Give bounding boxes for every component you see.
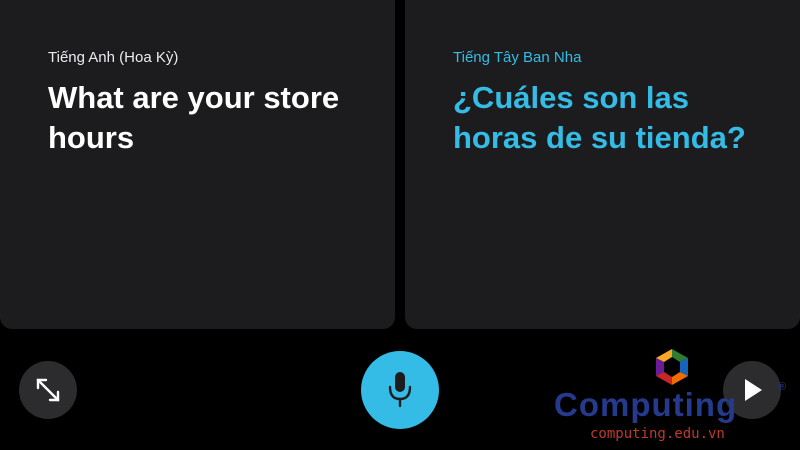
expand-button[interactable]	[19, 361, 77, 419]
play-button[interactable]	[723, 361, 781, 419]
source-phrase: What are your store hours	[48, 80, 340, 155]
source-language-label: Tiếng Anh (Hoa Kỳ)	[48, 49, 179, 66]
play-icon	[745, 379, 762, 401]
expand-arrows-icon	[36, 378, 60, 402]
microphone-icon	[388, 372, 412, 408]
target-language-card: Tiếng Tây Ban Nha ¿Cuáles son las horas …	[405, 0, 800, 329]
source-language-card: Tiếng Anh (Hoa Kỳ) What are your store h…	[0, 0, 395, 329]
target-language-label: Tiếng Tây Ban Nha	[453, 49, 582, 66]
microphone-button[interactable]	[361, 351, 439, 429]
translated-phrase: ¿Cuáles son las horas de su tienda?	[453, 80, 746, 155]
bottom-toolbar	[0, 329, 800, 450]
